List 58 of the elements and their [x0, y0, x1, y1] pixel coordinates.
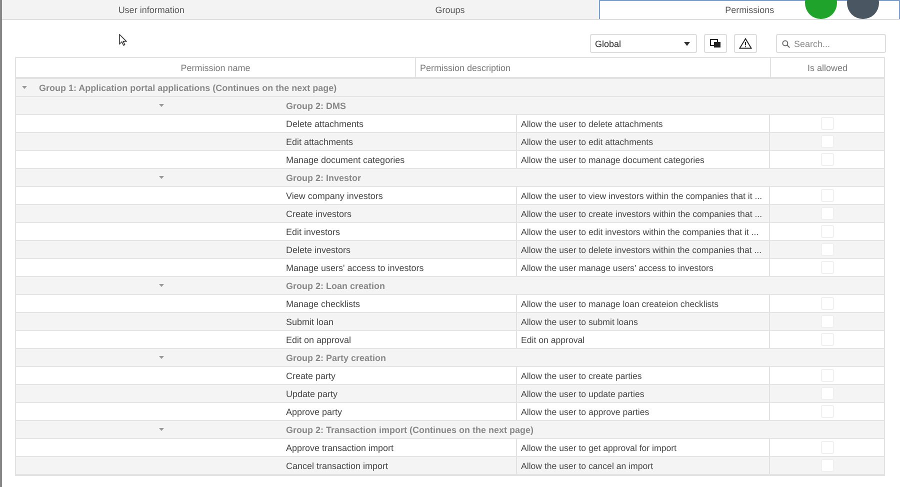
table-cell-text: Cancel transaction import	[286, 460, 390, 473]
caret-icon[interactable]	[158, 284, 164, 287]
table-cell: Allow the user to create parties	[516, 367, 770, 384]
caret-icon[interactable]	[22, 86, 27, 89]
copy-icon	[710, 39, 721, 48]
table-cell-text: Manage checklists	[286, 298, 362, 311]
table-cell-text: Update party	[286, 388, 339, 401]
table-cell: Allow the user to create investors within the companies that ...	[516, 205, 770, 222]
search-icon	[782, 40, 790, 48]
group-label: Group 2: Loan creation	[286, 280, 386, 290]
group-label: Group 2: DMS	[286, 100, 346, 110]
table-cell: Edit on approval	[516, 331, 770, 348]
table-cell: Allow the user to manage loan createion checklists	[516, 295, 770, 312]
table-cell: Allow the user to edit investors within the companies that it ...	[516, 223, 770, 240]
warning-button[interactable]	[734, 34, 757, 53]
table-cell-text: Submit loan	[286, 316, 335, 328]
table-cell: Allow the user to edit attachments	[516, 133, 770, 150]
column-header[interactable]: Permission description	[416, 58, 771, 77]
table-cell-text: Manage users' access to investors	[286, 262, 425, 275]
table-cell-text: Delete attachments	[286, 118, 365, 130]
tab[interactable]: User information	[2, 0, 301, 19]
table-cell-text: Create investors	[286, 208, 353, 220]
caret-icon[interactable]	[158, 104, 164, 107]
caret-icon[interactable]	[158, 176, 164, 179]
table-cell: Allow the user to cancel an import	[516, 457, 770, 474]
copy-button[interactable]	[704, 34, 727, 53]
table-cell: Allow the user to update parties	[516, 385, 770, 402]
table-cell: Allow the user to delete investors within the companies that ...	[516, 241, 770, 258]
table-cell-text: Create party	[286, 370, 337, 383]
table-cell-text: View company investors	[286, 190, 384, 203]
group-label: Group 1: Application portal applications (Continues on the next page)	[39, 82, 337, 92]
group-label: Group 2: Investor	[286, 172, 362, 182]
table-cell: Allow the user to manage document categories	[516, 151, 770, 168]
table-cell: Allow the user to delete attachments	[516, 115, 770, 132]
mouse-pointer-icon	[119, 34, 127, 46]
column-header[interactable]: Is allowed	[771, 58, 884, 77]
table-cell: Allow the user manage users' access to investors	[516, 259, 770, 276]
table-cell-text: Manage document categories	[286, 154, 406, 167]
table-cell: Allow the user to get approval for import	[516, 439, 770, 456]
caret-icon[interactable]	[158, 356, 164, 359]
table-cell-text: Approve party	[286, 406, 344, 419]
table-cell-text: Edit attachments	[286, 136, 354, 148]
caret-icon	[684, 42, 690, 46]
table-cell: Allow the user to approve parties	[516, 403, 770, 420]
table-cell-text: Edit on approval	[286, 334, 352, 347]
column-header[interactable]: Permission name	[16, 58, 416, 77]
caret-icon[interactable]	[158, 428, 164, 431]
group-label: Group 2: Transaction import (Continues on the next page)	[286, 424, 534, 434]
tab[interactable]: Groups	[300, 0, 600, 19]
table-cell: Allow the user to view investors within the companies that it ...	[516, 187, 770, 204]
search-field[interactable]: Search...	[776, 34, 886, 53]
table-cell-text: Edit investors	[286, 226, 342, 238]
warning-icon	[739, 38, 752, 49]
scope-dropdown[interactable]: Global	[590, 34, 697, 53]
table-cell-text: Approve transaction import	[286, 442, 395, 455]
group-label: Group 2: Party creation	[286, 352, 386, 362]
table-cell: Allow the user to submit loans	[516, 313, 770, 330]
table-cell-text: Delete investors	[286, 244, 352, 256]
